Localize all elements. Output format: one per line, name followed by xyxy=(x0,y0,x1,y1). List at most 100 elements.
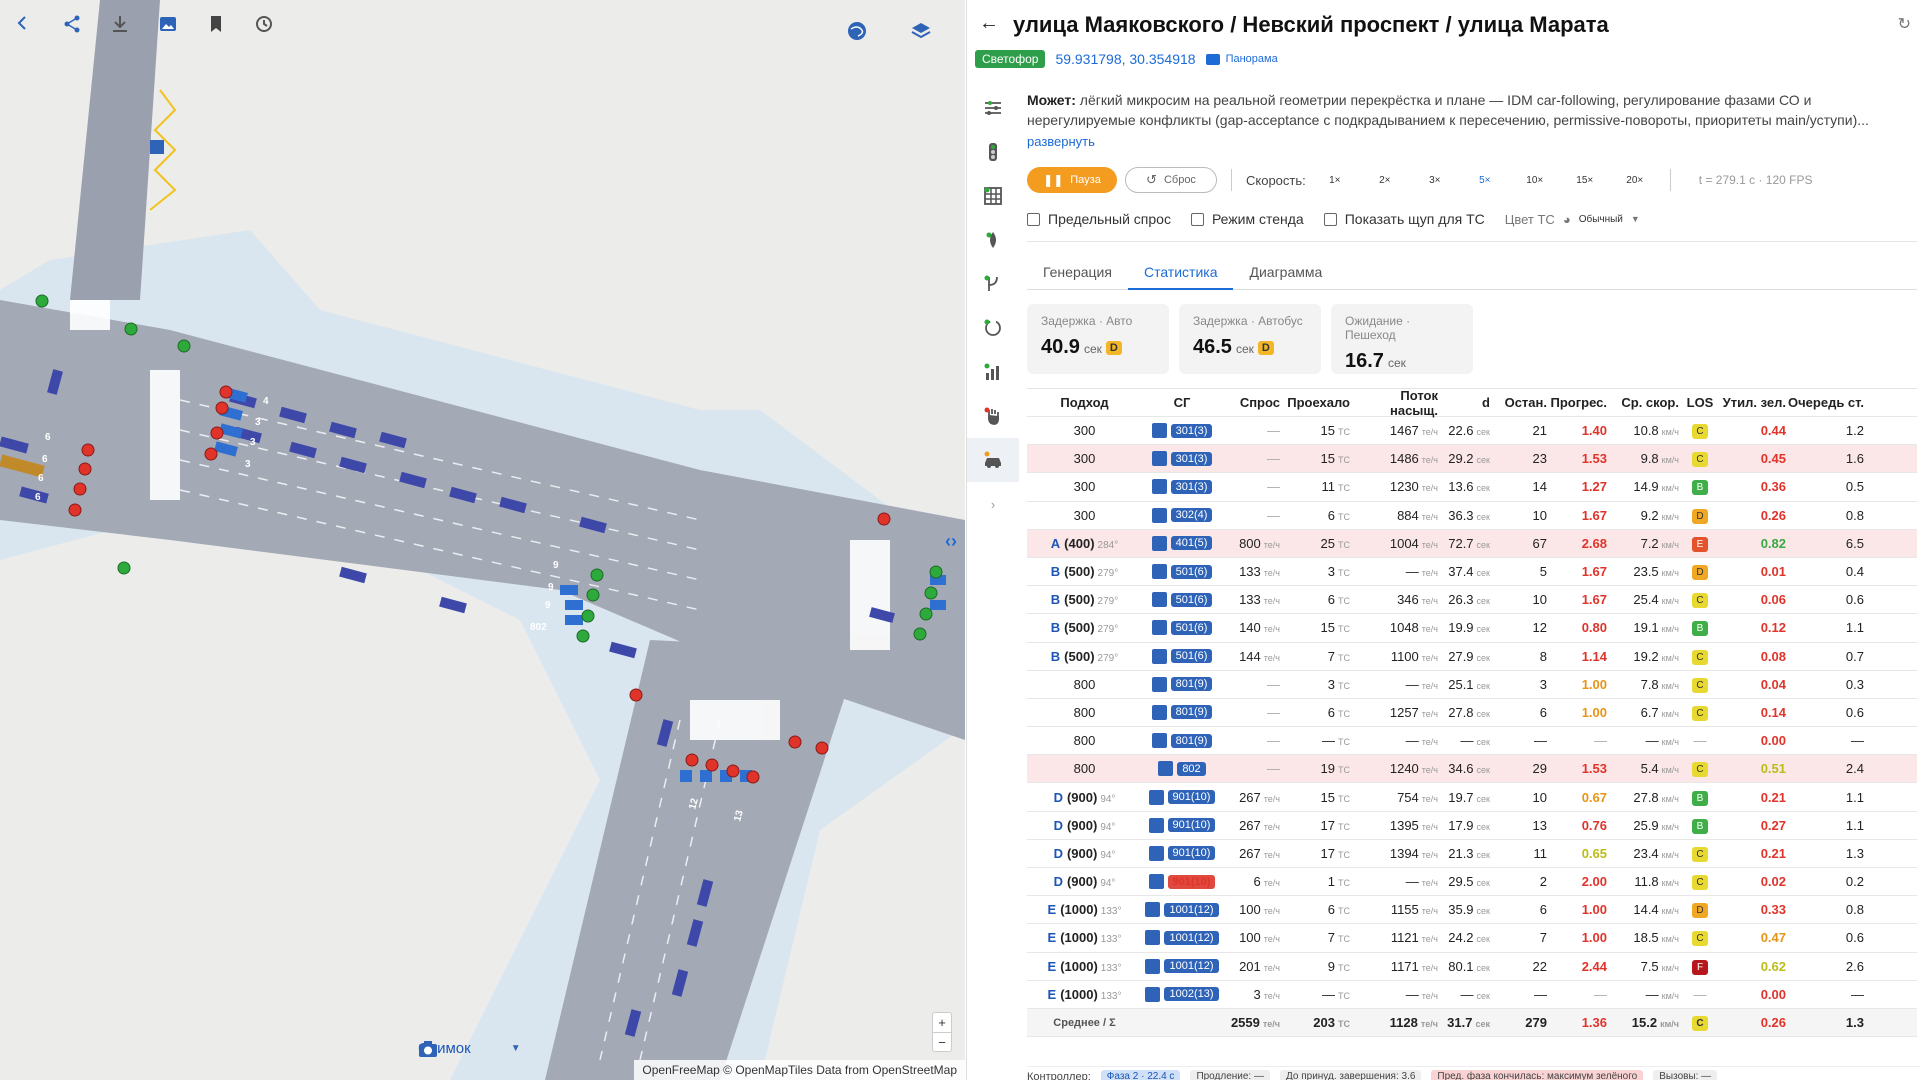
force-chip: До принуд. завершения: 3.6 xyxy=(1280,1070,1422,1080)
column-header[interactable]: Поток насыщ. xyxy=(1350,388,1438,418)
coordinates-link[interactable]: 59.931798, 30.354918 xyxy=(1055,51,1195,67)
speed-option[interactable]: 2× xyxy=(1364,175,1406,186)
table-row[interactable]: A (400) 284° 401(5) 800 те/ч 25 ТС 1004 те/ч 72.7 с… xyxy=(1027,529,1917,558)
demand-value: — xyxy=(1267,676,1280,692)
table-row[interactable]: B (500) 279° 501(6) 140 те/ч 15 ТС 1048 те/ч 19.9 с… xyxy=(1027,614,1917,643)
share-icon[interactable] xyxy=(62,14,96,48)
collapse-panel-button[interactable]: ‹› xyxy=(945,531,957,552)
queue-value: — xyxy=(1851,986,1864,1002)
rail-table[interactable] xyxy=(967,174,1019,218)
refresh-icon[interactable]: ↻ xyxy=(1898,14,1911,34)
tab-statistics[interactable]: Статистика xyxy=(1127,260,1234,290)
table-row[interactable]: E (1000) 133° 1002(13) 3 те/ч — ТС — те/ч — сек — — — к… xyxy=(1027,981,1917,1009)
column-header[interactable]: Остан. xyxy=(1490,395,1547,410)
zoom-in-button[interactable]: + xyxy=(933,1013,951,1032)
option-bench-mode[interactable]: Режим стенда xyxy=(1190,211,1304,227)
back-arrow-icon[interactable]: ← xyxy=(979,12,999,35)
globe-icon[interactable] xyxy=(846,20,880,54)
attribution-link-openmaptiles[interactable]: © OpenMapTiles xyxy=(723,1063,813,1077)
signal-group-icon xyxy=(1145,902,1161,918)
saturation-value: 1240 xyxy=(1389,761,1419,777)
checkbox[interactable] xyxy=(1027,212,1040,226)
rail-hand[interactable] xyxy=(967,394,1019,438)
stops-value: 2 xyxy=(1539,874,1547,890)
layers-icon[interactable] xyxy=(910,20,944,54)
tab-diagram[interactable]: Диаграмма xyxy=(1233,260,1338,290)
column-header[interactable]: Подход xyxy=(1027,395,1142,410)
table-row[interactable]: 800 801(9) —6 ТС 1257 те/ч 27.8 сек 6 1.00 6.7 км/ч… xyxy=(1027,699,1917,728)
table-row[interactable]: 300 301(3) — 15 ТС 1486 те/ч 29.2 сек 23 1.53 9.8 км… xyxy=(1027,445,1917,474)
column-header[interactable]: Проехало xyxy=(1280,395,1350,410)
rail-expand[interactable]: › xyxy=(967,482,1019,526)
option-show-probe[interactable]: Показать щуп для ТС xyxy=(1323,211,1485,227)
expand-link[interactable]: развернуть xyxy=(1027,134,1095,149)
speed-option-active[interactable]: 5× xyxy=(1464,175,1506,186)
option-max-demand[interactable]: Предельный спрос xyxy=(1027,211,1171,227)
snapshot-button[interactable]: Снимок ▼ xyxy=(418,1040,521,1057)
rail-chart[interactable] xyxy=(967,350,1019,394)
approach-number: (500) xyxy=(1064,592,1095,608)
map-canvas[interactable]: 6666 4333 9 9 9 802 12 13 ‹› Снимок ▼ + … xyxy=(0,0,965,1080)
tab-generation[interactable]: Генерация xyxy=(1027,260,1128,290)
table-row[interactable]: B (500) 279° 501(6) 144 те/ч 7 ТС 1100 те/ч 27.9 се… xyxy=(1027,643,1917,671)
attribution-link-osm[interactable]: OpenStreetMap xyxy=(872,1063,957,1077)
table-row[interactable]: B (500) 279° 501(6) 133 те/ч 3 ТС — те/ч 37.4 сек 5 1… xyxy=(1027,558,1917,587)
column-header[interactable]: Очередь ст. xyxy=(1786,395,1864,410)
speed-option[interactable]: 20× xyxy=(1614,175,1656,186)
back-icon[interactable] xyxy=(14,14,48,48)
table-row[interactable]: 800 802 — 19 ТС 1240 те/ч 34.6 сек 29 1.53 5.4 км/ч C… xyxy=(1027,755,1917,784)
chevron-down-icon[interactable]: ▼ xyxy=(511,1043,521,1054)
rail-cycle[interactable] xyxy=(967,306,1019,350)
rail-signals[interactable] xyxy=(967,130,1019,174)
pause-button[interactable]: ❚❚ Пауза xyxy=(1027,167,1117,193)
checkbox[interactable] xyxy=(1190,212,1204,226)
unit: сек xyxy=(1476,624,1490,635)
panorama-link[interactable]: Панорама xyxy=(1205,53,1278,65)
table-row[interactable]: 300 302(4) — 6 ТС 884 те/ч 36.3 сек 10 1.67 9.2 км/ч… xyxy=(1027,502,1917,530)
column-header[interactable]: Прогрес. xyxy=(1547,395,1607,410)
table-row[interactable]: D (900) 94° 901(10) 267 те/ч 15 ТС 754 те/ч 19.7 се… xyxy=(1027,783,1917,812)
speed-option[interactable]: 10× xyxy=(1514,175,1556,186)
table-row[interactable]: 800 801(9) — — ТС — те/ч — сек — — — км/ч —0.00— xyxy=(1027,727,1917,756)
column-header[interactable]: Спрос xyxy=(1222,395,1280,410)
table-row[interactable]: E (1000) 133° 1001(12) 100 те/ч 7 ТС 1121 те/ч 24.… xyxy=(1027,924,1917,953)
column-header[interactable]: Утил. зел. xyxy=(1721,395,1786,410)
speed-option[interactable]: 15× xyxy=(1564,175,1606,186)
history-icon[interactable] xyxy=(254,14,288,48)
bookmark-icon[interactable] xyxy=(206,14,240,48)
speed-option[interactable]: 1× xyxy=(1314,175,1356,186)
download-icon[interactable] xyxy=(110,14,144,48)
delay-value: 13.6 xyxy=(1448,479,1474,495)
approach-degree: 94° xyxy=(1100,793,1116,805)
column-header[interactable]: LOS xyxy=(1679,395,1721,410)
reset-button[interactable]: ↺ Сброс xyxy=(1125,167,1217,193)
column-header[interactable]: СГ xyxy=(1142,395,1222,410)
checkbox[interactable] xyxy=(1323,212,1337,226)
rail-settings[interactable] xyxy=(967,86,1019,130)
table-row[interactable]: D (900) 94° 901(10) 6 те/ч 1 ТС — те/ч 29.5 сек 2 2.0… xyxy=(1027,868,1917,897)
table-row[interactable]: E (1000) 133° 1001(12) 100 те/ч 6 ТС 1155 те/ч 35.… xyxy=(1027,896,1917,925)
zoom-out-button[interactable]: − xyxy=(933,1032,951,1051)
rail-vehicles[interactable] xyxy=(967,438,1019,482)
rail-branch[interactable] xyxy=(967,262,1019,306)
attribution-link-openfreemap[interactable]: OpenFreeMap xyxy=(642,1063,719,1077)
table-row[interactable]: D (900) 94° 901(10) 267 те/ч 17 ТС 1395 те/ч 17.9 с… xyxy=(1027,812,1917,840)
table-row[interactable]: 300 301(3) — 15 ТС 1467 те/ч 22.6 сек 21 1.40 10.8 к… xyxy=(1027,417,1917,446)
unit: ТС xyxy=(1338,708,1350,719)
vehicle-color-select[interactable]: Цвет ТС ◕ Обычный ▼ xyxy=(1505,212,1640,227)
rail-drop[interactable] xyxy=(967,218,1019,262)
table-row[interactable]: 800 801(9) —3 ТС — те/ч 25.1 сек 3 1.00 7.8 км/ч C 0.… xyxy=(1027,671,1917,699)
table-row[interactable]: 300 301(3) — 11 ТС 1230 те/ч 13.6 сек 14 1.27 14.9 к… xyxy=(1027,473,1917,502)
column-header[interactable]: d xyxy=(1438,395,1490,410)
queue-value: — xyxy=(1851,733,1864,749)
unit: те/ч xyxy=(1263,793,1280,804)
table-row[interactable]: B (500) 279° 501(6) 133 те/ч 6 ТС 346 те/ч 26.3 сек… xyxy=(1027,586,1917,615)
table-row[interactable]: E (1000) 133° 1001(12) 201 те/ч 9 ТС 1171 те/ч 80.… xyxy=(1027,953,1917,981)
utilization-value: 0.14 xyxy=(1760,704,1786,720)
utilization-value: 0.01 xyxy=(1760,564,1786,580)
table-row[interactable]: D (900) 94° 901(10) 267 те/ч 17 ТС 1394 те/ч 21.3 с… xyxy=(1027,840,1917,868)
speed-option[interactable]: 3× xyxy=(1414,175,1456,186)
image-icon[interactable] xyxy=(158,14,192,48)
unit: км/ч xyxy=(1661,765,1679,776)
column-header[interactable]: Ср. скор. xyxy=(1607,395,1679,410)
